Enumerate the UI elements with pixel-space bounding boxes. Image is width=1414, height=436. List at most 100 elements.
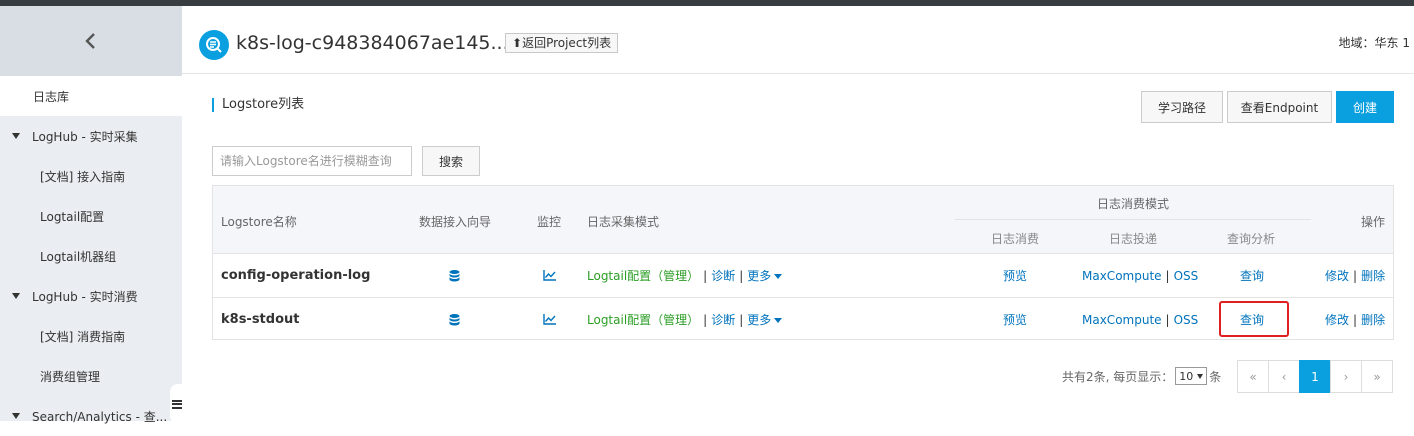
delete-link[interactable]: 删除 [1361, 311, 1385, 328]
caret-down-icon [774, 318, 783, 323]
preview-label: 预览 [1003, 269, 1028, 283]
back-button-label: 返回Project列表 [522, 36, 612, 50]
pagination-unit: 条 [1209, 369, 1222, 384]
logstore-name: config-operation-log [221, 268, 371, 283]
header-collect-mode: 日志采集模式 [587, 215, 660, 229]
diagnose-link[interactable]: 诊断 [711, 267, 735, 284]
header-data-wizard: 数据接入向导 [419, 215, 492, 229]
view-endpoint-button[interactable]: 查看Endpoint [1227, 91, 1332, 123]
last-page-button[interactable]: » [1361, 360, 1393, 393]
pagination: « ‹ 1 › » [1237, 360, 1393, 393]
sidebar-item-label: Logtail配置 [40, 209, 105, 224]
header-log-ship: 日志投递 [1109, 232, 1158, 246]
preview-label: 预览 [1003, 313, 1028, 327]
ship-links: MaxCompute | OSS [1082, 268, 1199, 283]
monitor-chart-icon[interactable] [543, 254, 556, 297]
more-dropdown[interactable]: 更多 [747, 311, 783, 328]
monitor-chart-icon[interactable] [543, 298, 556, 341]
page-size-select[interactable]: 10 [1175, 367, 1208, 385]
sidebar-item-access-guide[interactable]: [文档] 接入指南 [0, 156, 182, 196]
region-label: 地域：华东 1 [1338, 36, 1410, 50]
sidebar-item-label: Logtail机器组 [40, 249, 117, 264]
create-button[interactable]: 创建 [1336, 91, 1394, 123]
arrow-up-icon: ⬆ [512, 36, 523, 50]
more-dropdown[interactable]: 更多 [747, 267, 783, 284]
caret-down-icon [774, 274, 783, 279]
chevron-left-icon [85, 33, 95, 49]
sidebar-item-logtail-config[interactable]: Logtail配置 [0, 196, 182, 236]
page-header: k8s-log-c948384067ae145... ⬆返回Project列表 … [182, 6, 1414, 74]
next-page-button[interactable]: › [1330, 360, 1362, 393]
query-label: 查询 [1240, 269, 1265, 283]
table-row: config-operation-log Logtail配置（管理） | 诊断 | 更多… [213, 254, 1393, 297]
table-header: Logstore名称 数据接入向导 监控 日志采集模式 日志消费模式 日志消费 … [213, 186, 1393, 254]
database-icon[interactable] [449, 298, 460, 341]
sidebar-item-consumer-group[interactable]: 消费组管理 [0, 356, 182, 396]
header-consume-mode: 日志消费模式 [1097, 197, 1170, 211]
sidebar-group-search-analytics[interactable]: Search/Analytics - 查... [0, 396, 182, 436]
page-size-value: 10 [1179, 369, 1194, 383]
edit-link[interactable]: 修改 [1325, 267, 1349, 284]
project-icon [199, 30, 229, 60]
more-label: 更多 [747, 269, 772, 283]
caret-down-icon [12, 413, 20, 419]
header-actions: 操作 [1361, 215, 1386, 229]
collect-mode-links: Logtail配置（管理） | 诊断 | 更多 [587, 254, 783, 297]
sidebar-item-label: LogHub - 实时消费 [32, 289, 138, 304]
first-page-button[interactable]: « [1237, 360, 1269, 393]
page-1-button[interactable]: 1 [1299, 360, 1331, 393]
collect-mode-links: Logtail配置（管理） | 诊断 | 更多 [587, 298, 783, 341]
caret-down-icon [12, 133, 20, 139]
sidebar-group-loghub-collect[interactable]: LogHub - 实时采集 [0, 116, 182, 156]
query-highlight-box [1219, 301, 1289, 337]
ship-links: MaxCompute | OSS [1082, 312, 1199, 327]
logstore-table: Logstore名称 数据接入向导 监控 日志采集模式 日志消费模式 日志消费 … [212, 185, 1394, 340]
sidebar-item-label: 消费组管理 [40, 369, 101, 384]
sidebar-item-consume-guide[interactable]: [文档] 消费指南 [0, 316, 182, 356]
learning-path-button[interactable]: 学习路径 [1141, 91, 1223, 123]
sidebar-collapse-button[interactable] [0, 6, 182, 76]
maxcompute-link[interactable]: MaxCompute [1082, 269, 1162, 283]
sidebar-item-logstores[interactable]: 日志库 [0, 76, 182, 116]
sidebar-item-label: [文档] 接入指南 [40, 169, 126, 184]
prev-page-button[interactable]: ‹ [1268, 360, 1300, 393]
logtail-config-link[interactable]: Logtail配置（管理） [587, 267, 699, 284]
hamburger-icon [172, 398, 182, 410]
sidebar-group-loghub-consume[interactable]: LogHub - 实时消费 [0, 276, 182, 316]
query-link[interactable]: 查询 [1240, 254, 1264, 297]
preview-link[interactable]: 预览 [1003, 254, 1027, 297]
main-content: k8s-log-c948384067ae145... ⬆返回Project列表 … [182, 6, 1414, 421]
header-log-consume: 日志消费 [991, 232, 1040, 246]
project-title: k8s-log-c948384067ae145... [236, 32, 509, 54]
oss-link[interactable]: OSS [1174, 269, 1199, 283]
delete-link[interactable]: 删除 [1361, 267, 1385, 284]
database-icon[interactable] [449, 254, 460, 297]
search-button[interactable]: 搜索 [422, 146, 480, 176]
pagination-total-text: 共有2条, 每页显示： [1062, 369, 1174, 384]
sidebar-item-label: Search/Analytics - 查... [32, 409, 168, 424]
header-query-analysis: 查询分析 [1227, 232, 1276, 246]
oss-link[interactable]: OSS [1174, 313, 1199, 327]
maxcompute-link[interactable]: MaxCompute [1082, 313, 1162, 327]
sidebar-item-label: 日志库 [33, 89, 70, 104]
sidebar-item-label: LogHub - 实时采集 [32, 129, 138, 144]
header-monitor: 监控 [537, 215, 562, 229]
header-divider [955, 219, 1311, 220]
more-label: 更多 [747, 313, 772, 327]
action-links: 修改 | 删除 [1325, 311, 1386, 328]
caret-down-icon [12, 293, 20, 299]
back-to-project-list-button[interactable]: ⬆返回Project列表 [505, 33, 619, 53]
edit-link[interactable]: 修改 [1325, 311, 1349, 328]
logstore-search-input[interactable] [212, 146, 412, 176]
sidebar-item-logtail-machine-group[interactable]: Logtail机器组 [0, 236, 182, 276]
sidebar-item-label: [文档] 消费指南 [40, 329, 126, 344]
preview-link[interactable]: 预览 [1003, 298, 1027, 341]
action-links: 修改 | 删除 [1325, 267, 1386, 284]
logtail-config-link[interactable]: Logtail配置（管理） [587, 311, 699, 328]
diagnose-link[interactable]: 诊断 [711, 311, 735, 328]
caret-down-icon [1197, 373, 1204, 379]
pagination-info: 共有2条, 每页显示： 10 条 [1062, 367, 1221, 385]
sidebar: 日志库 LogHub - 实时采集 [文档] 接入指南 Logtail配置 Lo… [0, 6, 184, 424]
logstore-name: k8s-stdout [221, 312, 300, 327]
section-title: Logstore列表 [212, 98, 304, 112]
